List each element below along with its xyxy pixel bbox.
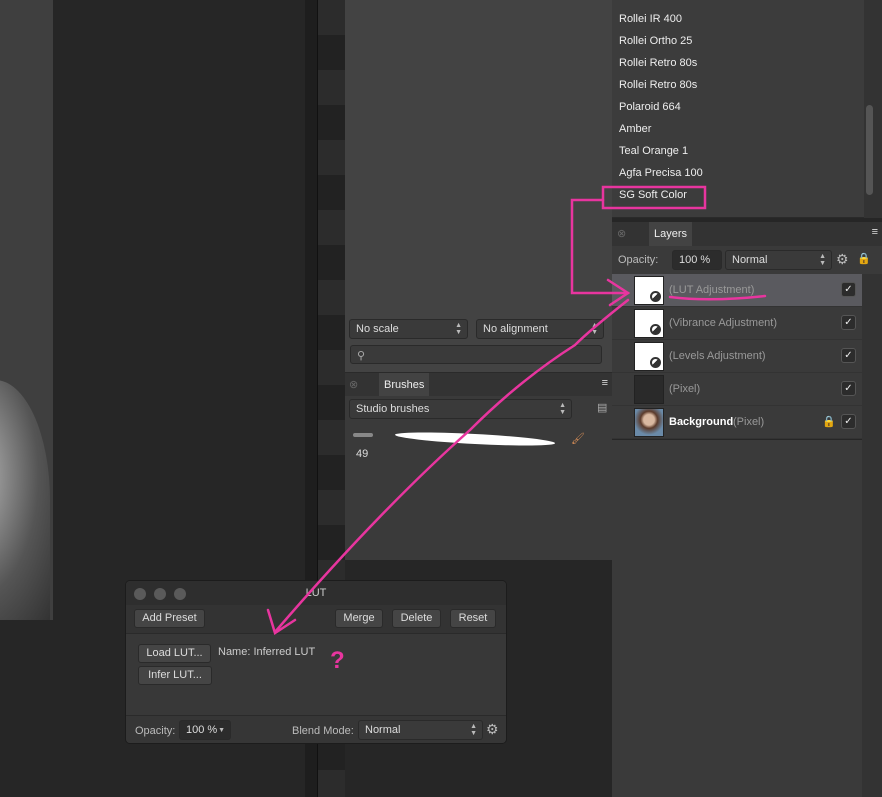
visibility-checkbox[interactable]: ✓ — [841, 414, 856, 429]
add-preset-button[interactable]: Add Preset — [134, 609, 205, 628]
brush-size: 49 — [356, 448, 369, 460]
panel-menu-icon[interactable]: ≡ — [872, 226, 878, 238]
layers-scroll-area — [862, 274, 882, 797]
gear-icon[interactable]: ⚙ — [486, 721, 499, 738]
opacity-value: 100 % — [186, 724, 218, 736]
brush-category-select[interactable]: Studio brushes ▲ ▼ — [349, 399, 572, 419]
search-icon: ⚲ — [357, 350, 366, 362]
layer-thumbnail — [634, 342, 664, 371]
merge-button[interactable]: Merge — [335, 609, 383, 628]
infer-lut-button[interactable]: Infer LUT... — [138, 666, 212, 685]
tab-layers[interactable]: Layers — [649, 222, 693, 246]
brushes-body: Studio brushes ▲ ▼ ▤ 49 🖌 — [345, 396, 612, 560]
opacity-select[interactable]: 100 % ▼ — [179, 720, 231, 740]
stepper-icon: ▲ ▼ — [559, 402, 566, 416]
dialog-title: LUT — [305, 587, 327, 599]
alignment-select[interactable]: No alignment ▲ ▼ — [476, 319, 604, 339]
layer-row[interactable]: (Levels Adjustment) ✓ — [612, 340, 862, 373]
brush-stroke-preview[interactable] — [395, 429, 555, 449]
lut-preset-list: Rollei IR 400 Rollei Ortho 25 Rollei Ret… — [612, 0, 864, 218]
dialog-footer: Opacity: 100 % ▼ Blend Mode: Normal ▲ ▼ ⚙ — [126, 715, 506, 743]
layer-type: (Pixel) — [733, 416, 765, 428]
close-panel-icon[interactable]: ⊗ — [349, 378, 358, 391]
opacity-select[interactable]: 100 % — [672, 250, 722, 270]
list-item[interactable]: Rollei Retro 80s — [619, 57, 697, 69]
layer-name: (Levels Adjustment) — [669, 350, 766, 362]
paintbrush-icon: 🖌 — [571, 433, 585, 445]
opacity-label: Opacity: — [618, 254, 659, 266]
close-panel-icon[interactable]: ⊗ — [617, 227, 626, 240]
stepper-icon: ▲ ▼ — [455, 322, 462, 336]
list-item[interactable]: Rollei Retro 80s — [619, 79, 697, 91]
lock-icon[interactable]: 🔒 — [822, 415, 836, 428]
layer-name: (Pixel) — [669, 383, 701, 395]
layer-name: (LUT Adjustment) — [669, 284, 755, 296]
photo-subject — [0, 380, 50, 620]
layer-thumbnail — [634, 309, 664, 338]
stepper-icon: ▲ ▼ — [470, 723, 477, 737]
dialog-toolbar: Add Preset Merge Delete Reset — [126, 605, 506, 634]
layer-row[interactable]: Background (Pixel) 🔒 ✓ — [612, 406, 862, 439]
layer-name: (Vibrance Adjustment) — [669, 317, 778, 329]
scale-select[interactable]: No scale ▲ ▼ — [349, 319, 468, 339]
delete-button[interactable]: Delete — [392, 609, 441, 628]
gear-icon[interactable]: ⚙ — [836, 251, 849, 268]
layer-thumbnail — [634, 408, 664, 437]
layer-row[interactable]: (Pixel) ✓ — [612, 373, 862, 406]
list-item[interactable]: Amber — [619, 123, 651, 135]
list-item[interactable]: Teal Orange 1 — [619, 145, 688, 157]
load-lut-button[interactable]: Load LUT... — [138, 644, 211, 663]
list-item[interactable]: Agfa Precisa 100 — [619, 167, 703, 179]
blend-mode-label: Blend Mode: — [292, 725, 354, 737]
blend-mode-select[interactable]: Normal ▲ ▼ — [725, 250, 832, 270]
layer-name: Background — [669, 416, 734, 428]
blend-mode-select[interactable]: Normal ▲ ▼ — [358, 720, 483, 740]
visibility-checkbox[interactable]: ✓ — [841, 348, 856, 363]
layer-row[interactable]: (Vibrance Adjustment) ✓ — [612, 307, 862, 340]
adjustment-icon — [650, 291, 661, 302]
brush-category-value: Studio brushes — [356, 403, 430, 415]
layer-thumbnail — [634, 375, 664, 404]
tab-brushes[interactable]: Brushes — [379, 373, 430, 397]
scrollbar-thumb[interactable] — [866, 105, 873, 195]
layers-empty — [612, 440, 862, 797]
panel-menu-icon[interactable]: ≡ — [602, 377, 608, 389]
lut-dialog: LUT Add Preset Merge Delete Reset Load L… — [125, 580, 507, 744]
list-item[interactable]: SG Soft Color — [619, 189, 687, 201]
lock-icon[interactable]: 🔒 — [857, 252, 871, 265]
reset-button[interactable]: Reset — [450, 609, 496, 628]
stepper-icon: ▲ ▼ — [819, 253, 826, 267]
opacity-label: Opacity: — [135, 725, 176, 737]
brush-thumb[interactable] — [353, 433, 373, 437]
stepper-icon: ▲ ▼ — [591, 322, 598, 336]
search-input[interactable]: ⚲ — [350, 345, 602, 364]
lut-name: Name: Inferred LUT — [218, 646, 316, 658]
visibility-checkbox[interactable]: ✓ — [841, 282, 856, 297]
layer-row[interactable]: (LUT Adjustment) ✓ — [612, 274, 862, 307]
list-item[interactable]: Rollei IR 400 — [619, 13, 682, 25]
list-item[interactable]: Polaroid 664 — [619, 101, 681, 113]
adjustment-icon — [650, 324, 661, 335]
adjustment-icon — [650, 357, 661, 368]
brushes-header: ⊗ Brushes ≡ — [345, 372, 612, 397]
layer-thumbnail — [634, 276, 664, 305]
layers-toolbar: Opacity: 100 % Normal ▲ ▼ ⚙ 🔒 — [612, 246, 882, 274]
canvas-image — [0, 0, 53, 620]
alignment-value: No alignment — [483, 323, 548, 335]
dropdown-icon: ▼ — [218, 727, 225, 734]
scale-value: No scale — [356, 323, 399, 335]
blend-value: Normal — [365, 724, 401, 736]
list-item[interactable]: Rollei Ortho 25 — [619, 35, 692, 47]
list-view-icon[interactable]: ▤ — [597, 401, 607, 414]
visibility-checkbox[interactable]: ✓ — [841, 381, 856, 396]
visibility-checkbox[interactable]: ✓ — [841, 315, 856, 330]
blend-value: Normal — [732, 254, 768, 266]
layers-header: ⊗ Layers ≡ — [612, 222, 882, 246]
opacity-value: 100 % — [679, 254, 711, 266]
title-bar: LUT — [126, 581, 506, 605]
